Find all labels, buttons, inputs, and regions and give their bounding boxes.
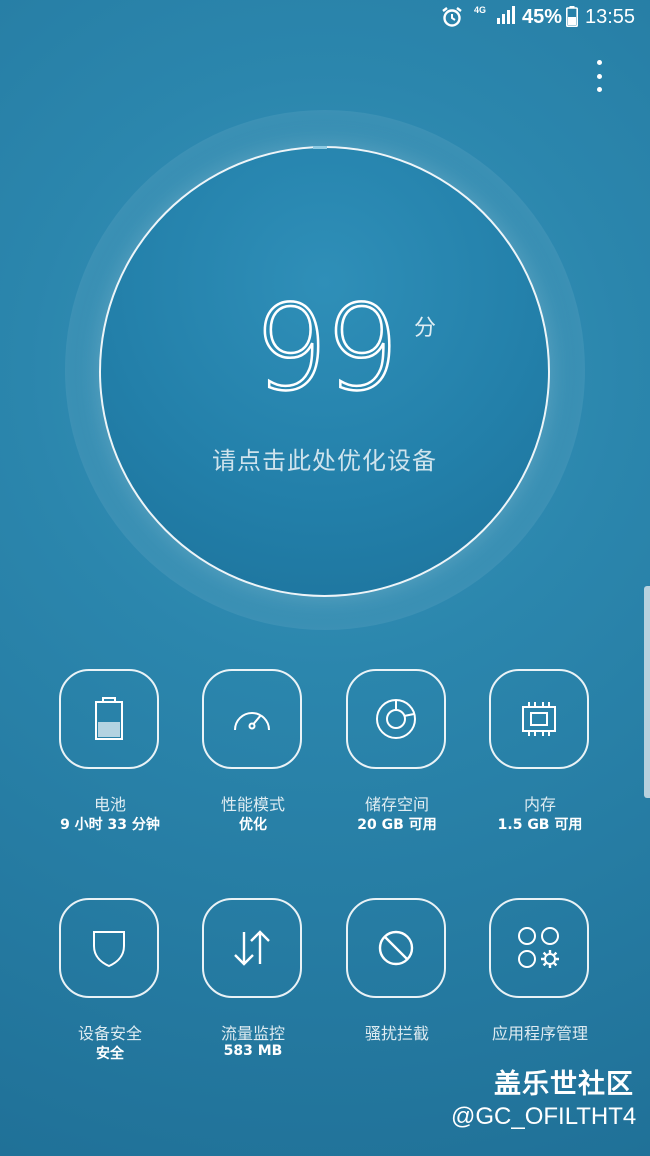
tile-value: 1.5 GB 可用 bbox=[497, 817, 583, 833]
tile-performance-icon-box bbox=[202, 669, 302, 769]
score-value: 99 bbox=[252, 279, 401, 417]
tile-memory[interactable]: 内存 1.5 GB 可用 bbox=[470, 669, 610, 869]
more-options-button[interactable] bbox=[588, 60, 610, 92]
tile-memory-icon-box bbox=[489, 669, 589, 769]
status-bar: 4G 45% 13:55 bbox=[0, 0, 650, 40]
tile-spam-block[interactable]: 骚扰拦截 bbox=[327, 898, 467, 1098]
progress-tick bbox=[313, 146, 327, 149]
tile-storage-icon-box bbox=[346, 669, 446, 769]
watermark-handle: @GC_OFILTHT4 bbox=[451, 1103, 637, 1130]
tile-data-monitor[interactable]: 流量监控 583 MB bbox=[183, 898, 323, 1098]
watermark-title: 盖乐世社区 bbox=[494, 1069, 634, 1100]
edge-panel-handle[interactable] bbox=[644, 586, 650, 798]
tile-value: 优化 bbox=[239, 817, 267, 833]
tile-label: 电池 bbox=[93, 795, 126, 814]
optimize-hint: 请点击此处优化设备 bbox=[212, 447, 437, 475]
tile-spam-icon-box bbox=[346, 898, 446, 998]
tile-label: 骚扰拦截 bbox=[364, 1024, 429, 1043]
battery-icon bbox=[566, 6, 578, 27]
more-vertical-icon bbox=[596, 60, 602, 65]
tile-label: 流量监控 bbox=[220, 1024, 285, 1043]
tile-apps-icon-box bbox=[489, 898, 589, 998]
optimize-score-button[interactable]: 99 分 请点击此处优化设备 bbox=[99, 146, 550, 597]
clock: 13:55 bbox=[585, 6, 636, 28]
tile-value: 9 小时 33 分钟 bbox=[60, 817, 160, 833]
tile-label: 储存空间 bbox=[364, 795, 429, 814]
tile-value: 20 GB 可用 bbox=[357, 817, 437, 833]
apps-gear-icon bbox=[518, 927, 559, 968]
shield-icon bbox=[93, 931, 125, 968]
tile-security-icon-box bbox=[59, 898, 159, 998]
tile-label: 设备安全 bbox=[77, 1024, 142, 1043]
battery-percent: 45% bbox=[522, 6, 563, 28]
tile-label: 性能模式 bbox=[220, 795, 285, 814]
signal-icon bbox=[497, 6, 515, 24]
tile-device-security[interactable]: 设备安全 安全 bbox=[40, 898, 180, 1098]
memory-chip-icon bbox=[522, 702, 556, 736]
tile-label: 应用程序管理 bbox=[491, 1024, 588, 1043]
tile-value: 安全 bbox=[96, 1046, 124, 1062]
block-icon bbox=[378, 930, 414, 966]
network-type: 4G bbox=[474, 5, 487, 15]
tile-battery-icon-box bbox=[59, 669, 159, 769]
battery-icon bbox=[95, 697, 123, 740]
tile-label: 内存 bbox=[523, 795, 556, 814]
tile-battery[interactable]: 电池 9 小时 33 分钟 bbox=[40, 669, 180, 869]
tile-storage[interactable]: 储存空间 20 GB 可用 bbox=[327, 669, 467, 869]
tile-performance-mode[interactable]: 性能模式 优化 bbox=[183, 669, 323, 869]
storage-donut-icon bbox=[376, 699, 416, 739]
up-down-arrows-icon bbox=[234, 930, 270, 966]
tile-data-icon-box bbox=[202, 898, 302, 998]
alarm-icon bbox=[442, 7, 462, 27]
tile-value: 583 MB bbox=[223, 1043, 283, 1059]
score-unit: 分 bbox=[414, 316, 437, 341]
speedometer-icon bbox=[234, 712, 270, 731]
